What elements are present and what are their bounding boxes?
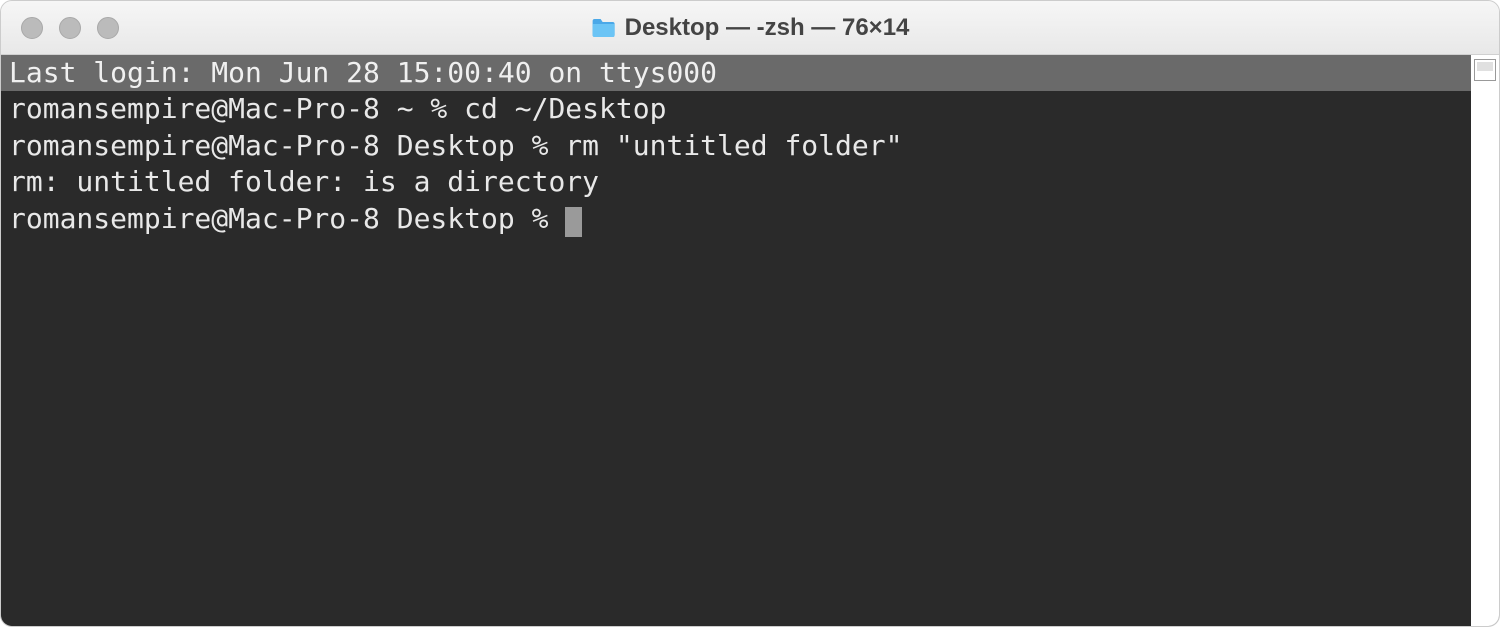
terminal-output[interactable]: Last login: Mon Jun 28 15:00:40 on ttys0… [1,55,1471,626]
terminal-prompt-line: romansempire@Mac-Pro-8 Desktop % [1,201,1471,237]
terminal-line: romansempire@Mac-Pro-8 Desktop % rm "unt… [1,128,1471,164]
terminal-line: romansempire@Mac-Pro-8 ~ % cd ~/Desktop [1,91,1471,127]
traffic-lights [1,17,119,39]
minimize-button[interactable] [59,17,81,39]
window-title-area: Desktop — -zsh — 76×14 [591,14,910,42]
content-area: Last login: Mon Jun 28 15:00:40 on ttys0… [1,55,1499,626]
scroll-indicator-icon[interactable] [1474,59,1496,81]
folder-icon [591,17,617,39]
terminal-window: Desktop — -zsh — 76×14 Last login: Mon J… [0,0,1500,627]
terminal-line: rm: untitled folder: is a directory [1,164,1471,200]
cursor [565,207,582,237]
close-button[interactable] [21,17,43,39]
maximize-button[interactable] [97,17,119,39]
scrollbar-track[interactable] [1471,81,1499,626]
terminal-prompt: romansempire@Mac-Pro-8 Desktop % [9,202,565,235]
terminal-line: Last login: Mon Jun 28 15:00:40 on ttys0… [1,55,1471,91]
window-title: Desktop — -zsh — 76×14 [625,14,910,42]
titlebar[interactable]: Desktop — -zsh — 76×14 [1,1,1499,55]
scrollbar[interactable] [1471,55,1499,626]
